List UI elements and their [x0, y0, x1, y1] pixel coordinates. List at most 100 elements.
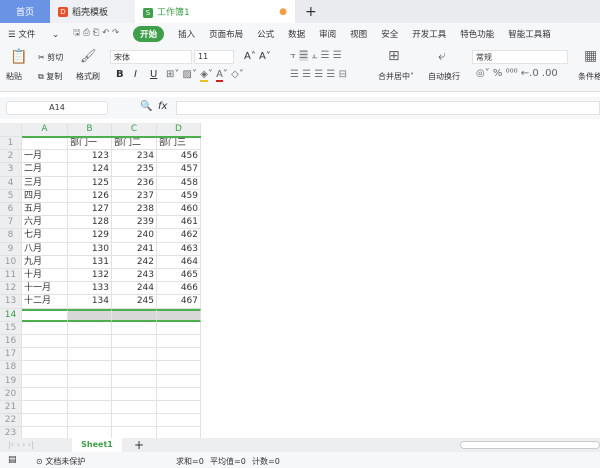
cell[interactable]: 125 — [68, 176, 112, 190]
row-header[interactable]: 16 — [0, 335, 22, 349]
cell[interactable]: 238 — [112, 203, 157, 217]
cell[interactable] — [112, 308, 157, 322]
cell[interactable] — [22, 348, 68, 362]
cell[interactable] — [68, 308, 112, 322]
row-header[interactable]: 2 — [0, 150, 22, 164]
cell[interactable]: 六月 — [22, 216, 68, 230]
cell[interactable]: 239 — [112, 216, 157, 230]
menu-view[interactable]: 视图 — [350, 28, 367, 40]
cell[interactable] — [157, 335, 201, 349]
horizontal-align-icons[interactable]: ☰ ☰ ☰ ☰ ⊟ — [290, 69, 347, 80]
cell[interactable] — [157, 321, 201, 335]
cell[interactable] — [22, 137, 68, 151]
paste-button[interactable]: 粘贴 — [6, 71, 22, 82]
bold-button[interactable]: B — [116, 69, 124, 80]
cell[interactable] — [22, 321, 68, 335]
cell[interactable] — [157, 414, 201, 428]
cell[interactable] — [22, 387, 68, 401]
font-size-select[interactable]: 11 — [194, 50, 234, 64]
cell[interactable]: 465 — [157, 269, 201, 283]
font-grow-shrink-icons[interactable]: A˄ A˅ — [244, 51, 271, 62]
menu-formula[interactable]: 公式 — [257, 28, 274, 40]
cell[interactable] — [22, 361, 68, 375]
tab-template[interactable]: D 稻壳模板 — [50, 0, 135, 23]
menu-features[interactable]: 特色功能 — [460, 28, 494, 40]
cell[interactable]: 十二月 — [22, 295, 68, 309]
cell[interactable] — [157, 308, 201, 322]
new-tab-button[interactable]: + — [295, 0, 327, 23]
cell[interactable]: 134 — [68, 295, 112, 309]
name-box[interactable]: A14 — [6, 101, 108, 115]
cell[interactable] — [112, 321, 157, 335]
cell[interactable]: 457 — [157, 163, 201, 177]
menu-data[interactable]: 数据 — [288, 28, 305, 40]
column-header-C[interactable]: C — [112, 123, 157, 137]
italic-button[interactable]: I — [134, 69, 137, 80]
border-fill-color-icons[interactable]: ⊞˅ ▨˅ ◈˅ A˅ ◇˅ — [166, 69, 244, 82]
cell[interactable]: 462 — [157, 229, 201, 243]
cell[interactable]: 236 — [112, 176, 157, 190]
number-format-icons[interactable]: ◎˅ % ⁰⁰⁰ ←.0 .00 — [476, 68, 558, 79]
protect-status[interactable]: ⊙ 文档未保护 — [36, 456, 85, 467]
cell[interactable]: 243 — [112, 269, 157, 283]
cell[interactable]: 466 — [157, 282, 201, 296]
cell[interactable]: 127 — [68, 203, 112, 217]
cell[interactable]: 133 — [68, 282, 112, 296]
cell[interactable] — [112, 361, 157, 375]
cell[interactable]: 十一月 — [22, 282, 68, 296]
cell[interactable]: 464 — [157, 255, 201, 269]
menu-page-layout[interactable]: 页面布局 — [209, 28, 243, 40]
cell[interactable] — [157, 361, 201, 375]
cell[interactable] — [112, 387, 157, 401]
font-select[interactable]: 宋体 — [110, 50, 192, 64]
cell[interactable]: 126 — [68, 189, 112, 203]
cell[interactable]: 部门一 — [68, 137, 112, 151]
row-header[interactable]: 18 — [0, 361, 22, 375]
menu-developer[interactable]: 开发工具 — [412, 28, 446, 40]
cell[interactable]: 463 — [157, 242, 201, 256]
cell[interactable]: 三月 — [22, 176, 68, 190]
cell[interactable]: 八月 — [22, 242, 68, 256]
cell[interactable]: 十月 — [22, 269, 68, 283]
copy-button[interactable]: ⧉ 复制 — [38, 71, 62, 82]
row-header[interactable]: 11 — [0, 269, 22, 283]
menu-review[interactable]: 审阅 — [319, 28, 336, 40]
cell[interactable]: 240 — [112, 229, 157, 243]
cell[interactable] — [68, 348, 112, 362]
cell[interactable] — [68, 414, 112, 428]
cond-format-button[interactable]: 条件格式 — [578, 71, 600, 82]
row-header[interactable]: 12 — [0, 282, 22, 296]
cell[interactable]: 131 — [68, 255, 112, 269]
cut-button[interactable]: ✂ 剪切 — [38, 52, 63, 63]
cell[interactable] — [112, 414, 157, 428]
row-header[interactable]: 14 — [0, 308, 22, 322]
cell[interactable]: 242 — [112, 255, 157, 269]
cell[interactable]: 244 — [112, 282, 157, 296]
add-sheet-button[interactable]: + — [134, 438, 144, 452]
number-format-select[interactable]: 常规 — [472, 50, 568, 64]
column-header-B[interactable]: B — [68, 123, 112, 137]
row-header[interactable]: 21 — [0, 401, 22, 415]
fx-button[interactable]: fx — [158, 101, 167, 112]
cell[interactable] — [157, 401, 201, 415]
cell[interactable]: 七月 — [22, 229, 68, 243]
cell[interactable]: 123 — [68, 150, 112, 164]
sheet-nav-arrows[interactable]: |‹ ‹ › ›| — [8, 440, 34, 449]
sheet-tab[interactable]: Sheet1 — [72, 438, 122, 452]
cell[interactable]: 九月 — [22, 255, 68, 269]
row-header[interactable]: 1 — [0, 137, 22, 151]
zoom-icon[interactable]: 🔍 — [140, 101, 152, 112]
cell[interactable] — [68, 374, 112, 388]
row-header[interactable]: 22 — [0, 414, 22, 428]
row-header[interactable]: 5 — [0, 189, 22, 203]
cell[interactable]: 235 — [112, 163, 157, 177]
cell[interactable]: 245 — [112, 295, 157, 309]
cell[interactable] — [22, 335, 68, 349]
cell[interactable]: 237 — [112, 189, 157, 203]
cell[interactable]: 124 — [68, 163, 112, 177]
tab-workbook[interactable]: S 工作簿1 ● — [135, 0, 295, 23]
cell[interactable]: 部门三 — [157, 137, 201, 151]
cell[interactable]: 456 — [157, 150, 201, 164]
menu-insert[interactable]: 插入 — [178, 28, 195, 40]
quick-access-icons[interactable]: 🖫 ⎙ ⎗ ↶ ↷ — [73, 27, 119, 41]
